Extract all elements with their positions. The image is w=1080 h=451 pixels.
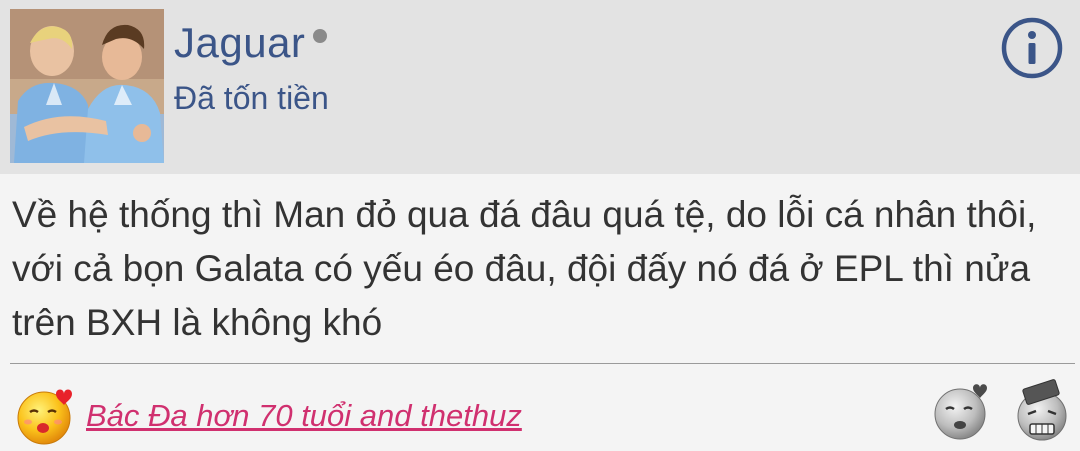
brick-emoji-icon[interactable] — [1010, 378, 1074, 442]
kiss-emoji-icon[interactable] — [930, 378, 994, 442]
author-name[interactable]: Jaguar — [174, 18, 328, 68]
liked-by-link[interactable]: Bác Đa hơn 70 tuổi and thethuz — [86, 394, 522, 438]
avatar[interactable] — [10, 9, 164, 163]
info-icon[interactable] — [1000, 16, 1064, 80]
offline-status-dot — [313, 29, 328, 43]
love-emoji-icon — [14, 382, 78, 446]
author-title: Đã tốn tiền — [174, 80, 329, 116]
post-header: Jaguar Đã tốn tiền — [0, 0, 1080, 174]
post-footer: Bác Đa hơn 70 tuổi and thethuz — [0, 364, 1080, 448]
post-content: Về hệ thống thì Man đỏ qua đá đâu quá tệ… — [12, 194, 1037, 343]
author-name-text[interactable]: Jaguar — [174, 19, 305, 66]
